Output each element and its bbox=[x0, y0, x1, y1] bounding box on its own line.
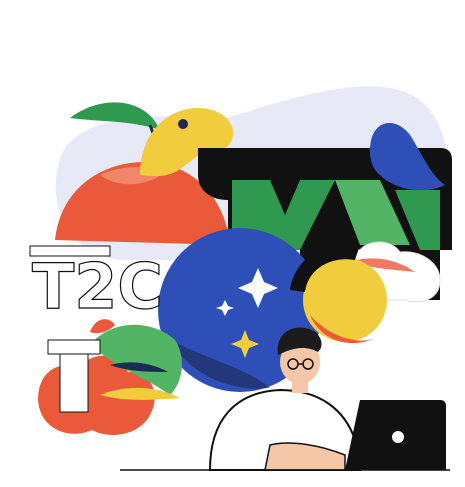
yellow-bird-eye bbox=[178, 119, 188, 129]
logo-text: T2C bbox=[32, 250, 163, 323]
laptop-icon bbox=[345, 400, 446, 470]
illustration-canvas: T2C bbox=[0, 0, 465, 482]
laptop-logo bbox=[392, 431, 404, 443]
illustration-svg: T2C bbox=[29, 86, 452, 471]
